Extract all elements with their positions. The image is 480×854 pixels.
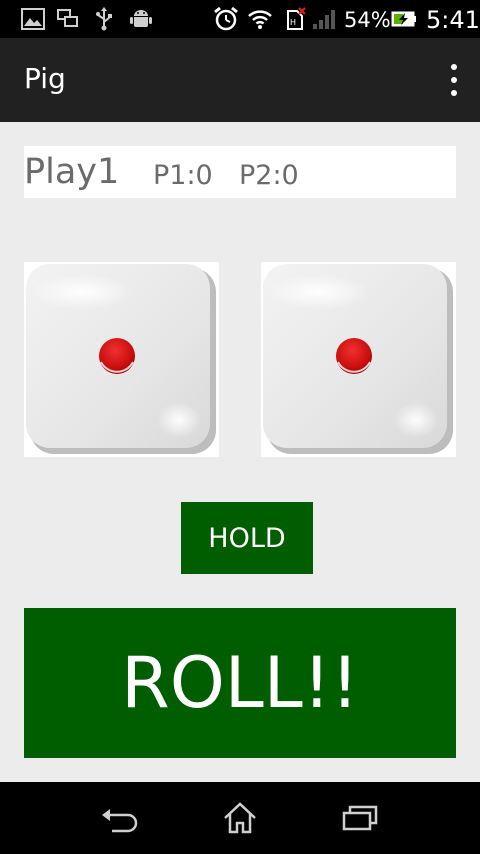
action-bar: Pig: [0, 38, 480, 122]
roll-button[interactable]: ROLL!!: [24, 608, 456, 758]
game-content: Play1 P1:0 P2:0 HOLD ROLL!!: [0, 122, 480, 782]
navigation-bar: [0, 782, 480, 854]
die-right[interactable]: [261, 262, 456, 457]
die-face-one-icon: [26, 264, 216, 454]
score-panel: Play1 P1:0 P2:0: [24, 146, 456, 198]
android-icon: [128, 7, 154, 31]
usb-icon: [92, 7, 116, 31]
signal-icon: [310, 7, 338, 31]
hold-button[interactable]: HOLD: [181, 502, 313, 574]
status-bar: H 54% 5:41: [0, 0, 480, 38]
sim-no-signal-icon: H: [284, 7, 308, 31]
player2-score: P2:0: [239, 160, 299, 191]
wifi-icon: [246, 7, 274, 31]
status-time: 5:41: [426, 6, 480, 34]
die-left[interactable]: [24, 262, 219, 457]
svg-text:H: H: [290, 18, 296, 27]
app-title: Pig: [24, 62, 66, 95]
die-face-one-icon: [263, 264, 453, 454]
recents-icon[interactable]: [330, 798, 390, 838]
player1-score: P1:0: [153, 160, 213, 191]
more-vert-icon[interactable]: [442, 64, 466, 96]
battery-charging-icon: [390, 7, 418, 31]
battery-percent: 54%: [344, 8, 391, 32]
back-icon[interactable]: [90, 798, 150, 838]
current-player-label: Play1: [24, 152, 120, 192]
home-icon[interactable]: [210, 798, 270, 838]
alarm-icon: [212, 6, 240, 31]
image-icon: [20, 7, 46, 31]
screen-mirror-icon: [56, 7, 80, 31]
